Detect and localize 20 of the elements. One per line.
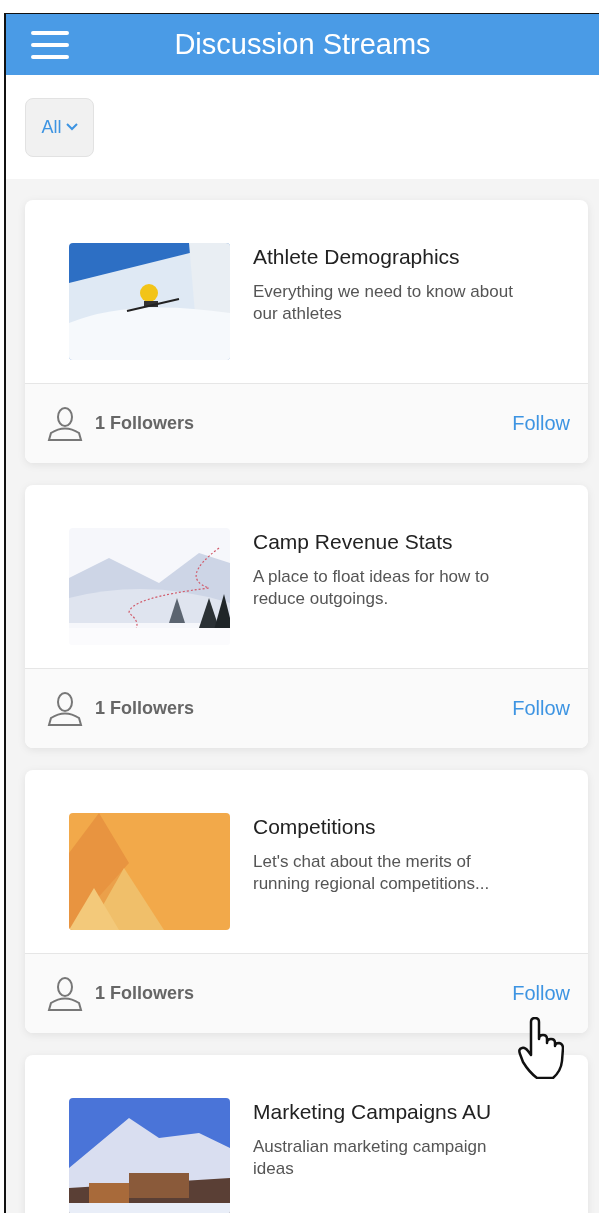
stream-description: Let's chat about the merits of running regional competitions... (253, 851, 491, 895)
person-icon (46, 691, 84, 726)
menu-icon[interactable] (30, 29, 70, 60)
follower-count: 1 Followers (95, 698, 195, 719)
stream-description: A place to float ideas for how to reduce outgoings. (253, 566, 491, 610)
follower-count: 1 Followers (95, 413, 195, 434)
stream-card[interactable]: Marketing Campaigns AU Australian marketing campaign ideas (25, 1055, 588, 1213)
page-title: Discussion Streams (174, 28, 431, 61)
stream-title: Athlete Demographics (253, 245, 461, 269)
stream-title: Marketing Campaigns AU (253, 1100, 493, 1124)
chevron-down-icon (65, 123, 78, 131)
person-icon (46, 406, 84, 441)
stream-description: Everything we need to know about our athletes (253, 281, 514, 325)
stream-card[interactable]: Camp Revenue Stats A place to float ideas for how to reduce outgoings. 1 Followers Follow (25, 485, 588, 748)
stream-card[interactable]: Athlete Demographics Everything we need to know about our athletes 1 Followers Follow (25, 200, 588, 463)
stream-title: Competitions (253, 815, 377, 839)
stream-title: Camp Revenue Stats (253, 530, 454, 554)
follower-count: 1 Followers (95, 983, 195, 1004)
person-icon (46, 976, 84, 1011)
stream-description: Australian marketing campaign ideas (253, 1136, 488, 1180)
